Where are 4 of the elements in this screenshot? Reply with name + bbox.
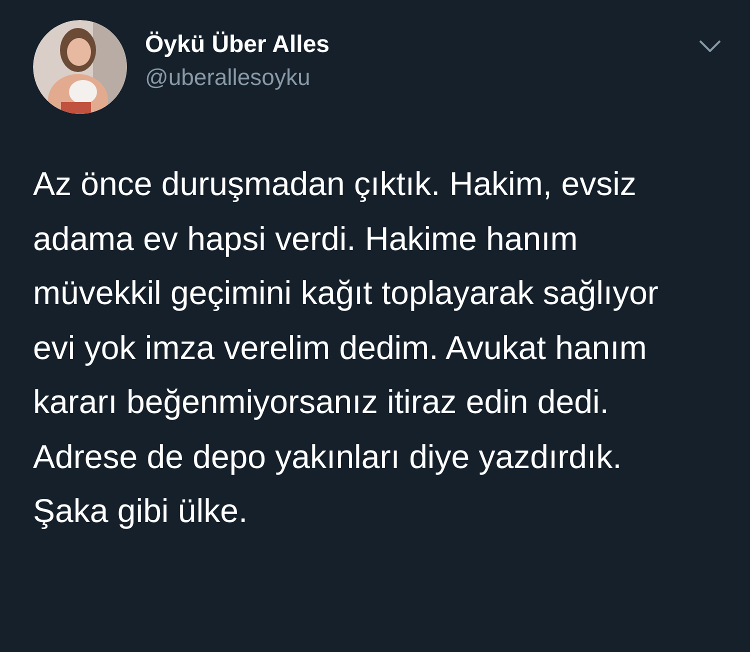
chevron-down-icon[interactable] [699, 40, 721, 52]
author-name: Öykü Über Alles [145, 30, 331, 60]
author-handle: @uberallesoyku [145, 63, 312, 92]
tweet-text: Az önce duruşmadan çıktık. Hakim, evsiz adama ev hapsi verdi. Hakime hanım müvekkil geçimini kağıt toplayarak sağlıyor evi yok imza verelim dedim. Avukat hanım kararı beğenmiyorsanız itiraz edin dedi. Adrese de depo yakınları diye yazdırdık. Şaka gibi ülke. [33, 164, 660, 531]
